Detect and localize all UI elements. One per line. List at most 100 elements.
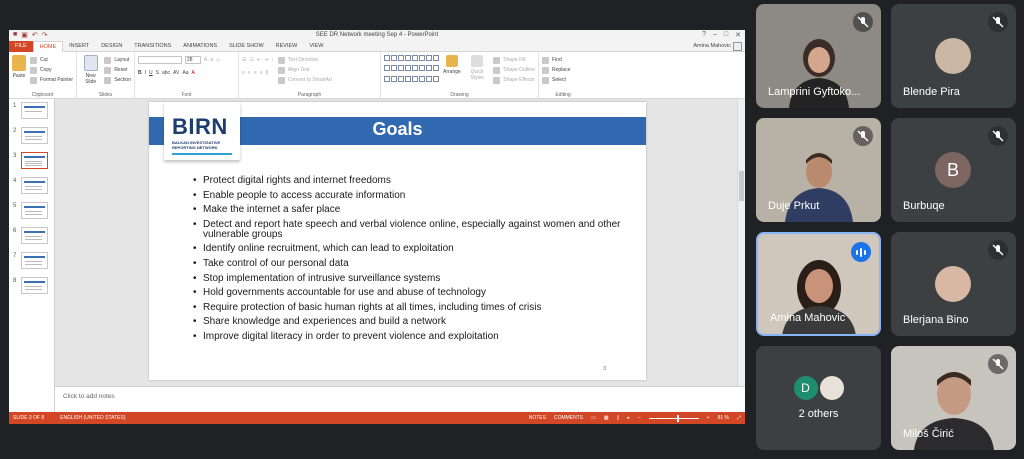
participant-tile[interactable]: B Burbuqe xyxy=(891,118,1016,222)
slide-number: 3 xyxy=(603,366,606,372)
zoom-out-icon[interactable]: – xyxy=(638,415,641,421)
list-item: Enable people to access accurate informa… xyxy=(193,190,623,201)
layout-icon xyxy=(104,56,112,64)
participant-tile[interactable]: Miloš Čirić xyxy=(891,346,1016,450)
tab-review[interactable]: REVIEW xyxy=(270,41,304,52)
participant-tile[interactable]: Duje Prkut xyxy=(756,118,881,222)
vertical-scrollbar[interactable] xyxy=(737,99,745,386)
participant-tile-active-speaker[interactable]: Amina Mahovic xyxy=(756,232,881,336)
slides-group: New Slide Layout Reset Section Slides xyxy=(77,52,135,99)
select-button[interactable]: Select xyxy=(542,75,584,85)
layout-button[interactable]: Layout xyxy=(104,55,131,65)
align-left-icon[interactable]: ≡ xyxy=(242,70,245,76)
tab-transitions[interactable]: TRANSITIONS xyxy=(128,41,177,52)
participant-tile[interactable]: Blende Pira xyxy=(891,4,1016,108)
quick-styles-button[interactable]: Quick Styles xyxy=(465,55,490,85)
slide-thumbnail[interactable] xyxy=(21,127,48,144)
paste-button[interactable]: Paste xyxy=(12,55,26,85)
shape-effects-button[interactable]: Shape Effects xyxy=(493,75,535,85)
arrange-button[interactable]: Arrange xyxy=(443,55,461,85)
slide-thumbnail[interactable] xyxy=(21,202,48,219)
comments-toggle[interactable]: COMMENTS xyxy=(554,415,583,421)
minimize-icon[interactable]: – xyxy=(713,31,717,39)
goals-bullet-list[interactable]: Protect digital rights and internet free… xyxy=(193,176,623,347)
convert-smartart-button[interactable]: Convert to SmartArt xyxy=(277,75,332,85)
new-slide-button[interactable]: New Slide xyxy=(80,55,101,85)
signed-in-user[interactable]: Amina Mahovic xyxy=(693,41,731,52)
slide-sorter-icon[interactable]: ▦ xyxy=(604,415,609,421)
format-painter-button[interactable]: Format Painter xyxy=(30,75,73,85)
participant-tile[interactable]: Blerjana Bino xyxy=(891,232,1016,336)
language-indicator[interactable]: ENGLISH (UNITED STATES) xyxy=(60,415,125,421)
replace-button[interactable]: Replace xyxy=(542,65,584,75)
shapes-gallery[interactable] xyxy=(384,55,439,85)
tab-design[interactable]: DESIGN xyxy=(95,41,128,52)
slide-thumbnail[interactable] xyxy=(21,227,48,244)
font-size-select[interactable]: 28 xyxy=(185,56,201,64)
notes-toggle[interactable]: NOTES xyxy=(529,415,546,421)
others-tile[interactable]: D 2 others xyxy=(756,346,881,450)
tab-home[interactable]: HOME xyxy=(32,40,64,52)
slide-thumbnail[interactable] xyxy=(21,252,48,269)
zoom-slider[interactable] xyxy=(648,414,699,422)
brush-icon xyxy=(30,76,37,84)
normal-view-icon[interactable]: ▭ xyxy=(591,415,596,421)
shape-outline-button[interactable]: Shape Outline xyxy=(493,65,535,75)
tab-file[interactable]: FILE xyxy=(9,40,33,52)
slide-canvas[interactable]: Goals BIRN BALKAN INVESTIGATIVE REPORTING… xyxy=(149,102,646,380)
clear-format-icon[interactable]: ◇ xyxy=(216,57,220,63)
find-button[interactable]: Find xyxy=(542,55,584,65)
underline-icon[interactable]: U xyxy=(149,70,153,76)
slideshow-icon[interactable]: ▸ xyxy=(627,415,630,421)
user-avatar[interactable] xyxy=(733,42,742,51)
font-family-select[interactable] xyxy=(138,56,182,64)
decrease-indent-icon[interactable]: ⇤ xyxy=(257,57,261,63)
cut-button[interactable]: Cut xyxy=(30,55,73,65)
shape-fill-button[interactable]: Shape Fill xyxy=(493,55,535,65)
reading-view-icon[interactable]: ▯ xyxy=(617,415,620,421)
close-icon[interactable]: ✕ xyxy=(735,31,741,39)
increase-indent-icon[interactable]: ⇥ xyxy=(264,57,268,63)
tab-animations[interactable]: ANIMATIONS xyxy=(177,41,223,52)
tab-slide-show[interactable]: SLIDE SHOW xyxy=(223,41,270,52)
list-item: Stop implementation of intrusive surveil… xyxy=(193,273,623,284)
bullets-icon[interactable]: ☰ xyxy=(242,57,246,63)
shadow-icon[interactable]: S xyxy=(156,70,159,76)
tab-view[interactable]: VIEW xyxy=(303,41,329,52)
zoom-level[interactable]: 81 % xyxy=(718,415,729,421)
notes-pane[interactable]: Click to add notes xyxy=(55,386,745,412)
tab-insert[interactable]: INSERT xyxy=(63,41,95,52)
slide-thumbnail[interactable] xyxy=(21,177,48,194)
participant-tile[interactable]: Lamprini Gyftoko... xyxy=(756,4,881,108)
bold-icon[interactable]: B xyxy=(138,70,142,76)
slide-thumbnail[interactable] xyxy=(21,277,48,294)
shrink-font-icon[interactable]: a xyxy=(210,57,213,63)
justify-icon[interactable]: ≡ xyxy=(260,70,263,76)
text-direction-button[interactable]: Text Direction xyxy=(277,55,332,65)
help-icon[interactable]: ? xyxy=(702,31,706,39)
char-spacing-icon[interactable]: AV xyxy=(173,70,179,76)
fit-slide-icon[interactable]: ⤢ xyxy=(737,415,741,421)
section-button[interactable]: Section xyxy=(104,75,131,85)
line-spacing-icon[interactable]: ↕ xyxy=(271,57,274,63)
slide-thumbnail[interactable] xyxy=(21,102,48,119)
participant-name: Lamprini Gyftoko... xyxy=(768,86,861,98)
ribbon-tabs: FILE HOME INSERT DESIGN TRANSITIONS ANIM… xyxy=(9,40,745,52)
change-case-icon[interactable]: Aa xyxy=(182,70,188,76)
grow-font-icon[interactable]: A xyxy=(204,57,207,63)
numbering-icon[interactable]: ☷ xyxy=(249,57,253,63)
copy-button[interactable]: Copy xyxy=(30,65,73,75)
columns-icon[interactable]: ⫼ xyxy=(266,70,268,76)
mic-off-icon xyxy=(988,126,1008,146)
zoom-in-icon[interactable]: + xyxy=(707,415,710,421)
maximize-icon[interactable]: □ xyxy=(724,31,728,39)
font-color-icon[interactable]: A xyxy=(191,70,194,76)
italic-icon[interactable]: I xyxy=(145,70,146,76)
reset-button[interactable]: Reset xyxy=(104,65,131,75)
align-text-button[interactable]: Align Text xyxy=(277,65,332,75)
align-right-icon[interactable]: ≡ xyxy=(254,70,257,76)
align-center-icon[interactable]: ≡ xyxy=(248,70,251,76)
section-icon xyxy=(104,76,112,84)
strikethrough-icon[interactable]: abc xyxy=(162,70,170,76)
slide-thumbnail-selected[interactable] xyxy=(21,152,48,169)
